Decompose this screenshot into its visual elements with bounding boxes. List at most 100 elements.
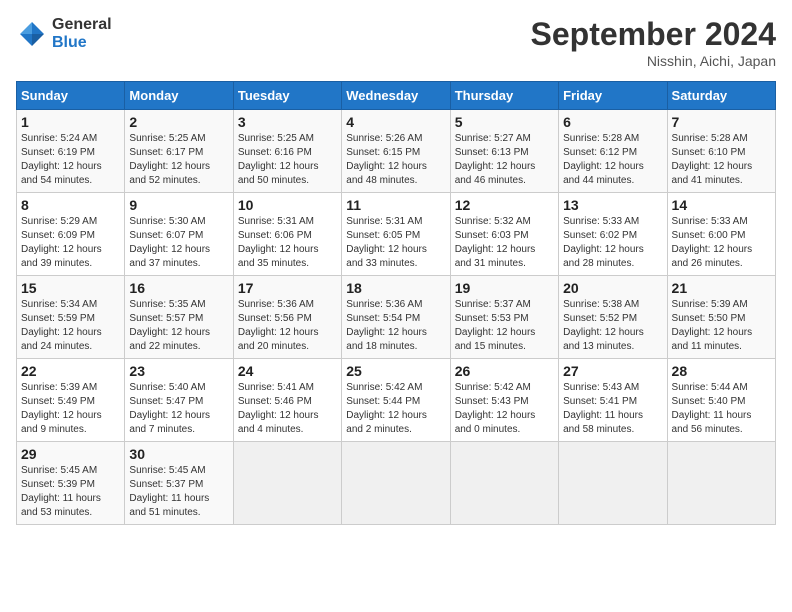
day-number-16: 16: [129, 280, 228, 296]
empty-cell: [667, 442, 775, 525]
day-number-7: 7: [672, 114, 771, 130]
day-info-6: Sunrise: 5:28 AM Sunset: 6:12 PM Dayligh…: [563, 132, 662, 188]
day-info-22: Sunrise: 5:39 AM Sunset: 5:49 PM Dayligh…: [21, 381, 120, 437]
day-number-10: 10: [238, 197, 337, 213]
page-header: General Blue September 2024 Nisshin, Aic…: [16, 16, 776, 69]
day-cell-20: 20 Sunrise: 5:38 AM Sunset: 5:52 PM Dayli…: [559, 276, 667, 359]
day-cell-14: 14Sunrise: 5:33 AM Sunset: 6:00 PM Dayli…: [667, 193, 775, 276]
day-info-12: Sunrise: 5:32 AM Sunset: 6:03 PM Dayligh…: [455, 215, 554, 271]
day-cell-7: 7 Sunrise: 5:28 AM Sunset: 6:10 PM Daylig…: [667, 110, 775, 193]
day-cell-22: 22 Sunrise: 5:39 AM Sunset: 5:49 PM Dayli…: [17, 359, 125, 442]
day-cell-8: 8 Sunrise: 5:29 AM Sunset: 6:09 PM Daylig…: [17, 193, 125, 276]
day-number-12: 12: [455, 197, 554, 213]
day-info-28: Sunrise: 5:44 AM Sunset: 5:40 PM Dayligh…: [672, 381, 771, 437]
day-cell-28: 28 Sunrise: 5:44 AM Sunset: 5:40 PM Dayli…: [667, 359, 775, 442]
day-number-2: 2: [129, 114, 228, 130]
week-row-2: 8 Sunrise: 5:29 AM Sunset: 6:09 PM Daylig…: [17, 193, 776, 276]
month-title: September 2024: [531, 16, 776, 53]
day-cell-30: 30 Sunrise: 5:45 AM Sunset: 5:37 PM Dayli…: [125, 442, 233, 525]
week-row-3: 15 Sunrise: 5:34 AM Sunset: 5:59 PM Dayli…: [17, 276, 776, 359]
day-info-8: Sunrise: 5:29 AM Sunset: 6:09 PM Dayligh…: [21, 215, 120, 271]
day-number-30: 30: [129, 446, 228, 462]
day-number-27: 27: [563, 363, 662, 379]
logo-text: General Blue: [52, 16, 112, 52]
day-info-1: Sunrise: 5:24 AM Sunset: 6:19 PM Dayligh…: [21, 132, 120, 188]
day-number-26: 26: [455, 363, 554, 379]
day-info-16: Sunrise: 5:35 AM Sunset: 5:57 PM Dayligh…: [129, 298, 228, 354]
day-number-24: 24: [238, 363, 337, 379]
header-thursday: Thursday: [450, 82, 558, 110]
day-info-15: Sunrise: 5:34 AM Sunset: 5:59 PM Dayligh…: [21, 298, 120, 354]
day-info-17: Sunrise: 5:36 AM Sunset: 5:56 PM Dayligh…: [238, 298, 337, 354]
empty-cell: [450, 442, 558, 525]
logo: General Blue: [16, 16, 112, 52]
days-header-row: Sunday Monday Tuesday Wednesday Thursday…: [17, 82, 776, 110]
day-cell-21: 21 Sunrise: 5:39 AM Sunset: 5:50 PM Dayli…: [667, 276, 775, 359]
week-row-1: 1 Sunrise: 5:24 AM Sunset: 6:19 PM Daylig…: [17, 110, 776, 193]
week-row-4: 22 Sunrise: 5:39 AM Sunset: 5:49 PM Dayli…: [17, 359, 776, 442]
header-wednesday: Wednesday: [342, 82, 450, 110]
day-info-10: Sunrise: 5:31 AM Sunset: 6:06 PM Dayligh…: [238, 215, 337, 271]
day-number-22: 22: [21, 363, 120, 379]
day-cell-1: 1 Sunrise: 5:24 AM Sunset: 6:19 PM Daylig…: [17, 110, 125, 193]
empty-cell: [233, 442, 341, 525]
day-number-3: 3: [238, 114, 337, 130]
calendar-table: Sunday Monday Tuesday Wednesday Thursday…: [16, 81, 776, 525]
day-number-9: 9: [129, 197, 228, 213]
day-info-18: Sunrise: 5:36 AM Sunset: 5:54 PM Dayligh…: [346, 298, 445, 354]
day-number-18: 18: [346, 280, 445, 296]
day-info-2: Sunrise: 5:25 AM Sunset: 6:17 PM Dayligh…: [129, 132, 228, 188]
day-info-19: Sunrise: 5:37 AM Sunset: 5:53 PM Dayligh…: [455, 298, 554, 354]
location: Nisshin, Aichi, Japan: [531, 53, 776, 69]
day-cell-19: 19 Sunrise: 5:37 AM Sunset: 5:53 PM Dayli…: [450, 276, 558, 359]
header-friday: Friday: [559, 82, 667, 110]
day-cell-5: 5Sunrise: 5:27 AM Sunset: 6:13 PM Daylig…: [450, 110, 558, 193]
day-info-3: Sunrise: 5:25 AM Sunset: 6:16 PM Dayligh…: [238, 132, 337, 188]
day-number-4: 4: [346, 114, 445, 130]
day-cell-2: 2 Sunrise: 5:25 AM Sunset: 6:17 PM Daylig…: [125, 110, 233, 193]
day-cell-16: 16 Sunrise: 5:35 AM Sunset: 5:57 PM Dayli…: [125, 276, 233, 359]
day-cell-15: 15 Sunrise: 5:34 AM Sunset: 5:59 PM Dayli…: [17, 276, 125, 359]
day-cell-9: 9Sunrise: 5:30 AM Sunset: 6:07 PM Daylig…: [125, 193, 233, 276]
header-sunday: Sunday: [17, 82, 125, 110]
day-info-7: Sunrise: 5:28 AM Sunset: 6:10 PM Dayligh…: [672, 132, 771, 188]
day-info-11: Sunrise: 5:31 AM Sunset: 6:05 PM Dayligh…: [346, 215, 445, 271]
day-number-25: 25: [346, 363, 445, 379]
day-info-27: Sunrise: 5:43 AM Sunset: 5:41 PM Dayligh…: [563, 381, 662, 437]
day-cell-24: 24 Sunrise: 5:41 AM Sunset: 5:46 PM Dayli…: [233, 359, 341, 442]
day-cell-17: 17 Sunrise: 5:36 AM Sunset: 5:56 PM Dayli…: [233, 276, 341, 359]
empty-cell: [559, 442, 667, 525]
day-number-15: 15: [21, 280, 120, 296]
day-number-1: 1: [21, 114, 120, 130]
day-info-29: Sunrise: 5:45 AM Sunset: 5:39 PM Dayligh…: [21, 464, 120, 520]
day-number-21: 21: [672, 280, 771, 296]
day-info-13: Sunrise: 5:33 AM Sunset: 6:02 PM Dayligh…: [563, 215, 662, 271]
day-info-20: Sunrise: 5:38 AM Sunset: 5:52 PM Dayligh…: [563, 298, 662, 354]
header-monday: Monday: [125, 82, 233, 110]
day-cell-6: 6Sunrise: 5:28 AM Sunset: 6:12 PM Daylig…: [559, 110, 667, 193]
day-info-23: Sunrise: 5:40 AM Sunset: 5:47 PM Dayligh…: [129, 381, 228, 437]
day-info-4: Sunrise: 5:26 AM Sunset: 6:15 PM Dayligh…: [346, 132, 445, 188]
day-cell-18: 18 Sunrise: 5:36 AM Sunset: 5:54 PM Dayli…: [342, 276, 450, 359]
day-cell-4: 4 Sunrise: 5:26 AM Sunset: 6:15 PM Daylig…: [342, 110, 450, 193]
header-tuesday: Tuesday: [233, 82, 341, 110]
day-number-28: 28: [672, 363, 771, 379]
day-number-19: 19: [455, 280, 554, 296]
logo-icon: [16, 18, 48, 50]
day-info-24: Sunrise: 5:41 AM Sunset: 5:46 PM Dayligh…: [238, 381, 337, 437]
day-cell-12: 12 Sunrise: 5:32 AM Sunset: 6:03 PM Dayli…: [450, 193, 558, 276]
day-number-23: 23: [129, 363, 228, 379]
day-number-20: 20: [563, 280, 662, 296]
day-cell-10: 10 Sunrise: 5:31 AM Sunset: 6:06 PM Dayli…: [233, 193, 341, 276]
day-info-30: Sunrise: 5:45 AM Sunset: 5:37 PM Dayligh…: [129, 464, 228, 520]
title-section: September 2024 Nisshin, Aichi, Japan: [531, 16, 776, 69]
day-number-17: 17: [238, 280, 337, 296]
day-cell-11: 11 Sunrise: 5:31 AM Sunset: 6:05 PM Dayli…: [342, 193, 450, 276]
day-info-21: Sunrise: 5:39 AM Sunset: 5:50 PM Dayligh…: [672, 298, 771, 354]
day-cell-26: 26Sunrise: 5:42 AM Sunset: 5:43 PM Dayli…: [450, 359, 558, 442]
day-number-8: 8: [21, 197, 120, 213]
day-cell-25: 25 Sunrise: 5:42 AM Sunset: 5:44 PM Dayli…: [342, 359, 450, 442]
day-number-11: 11: [346, 197, 445, 213]
header-saturday: Saturday: [667, 82, 775, 110]
day-info-25: Sunrise: 5:42 AM Sunset: 5:44 PM Dayligh…: [346, 381, 445, 437]
